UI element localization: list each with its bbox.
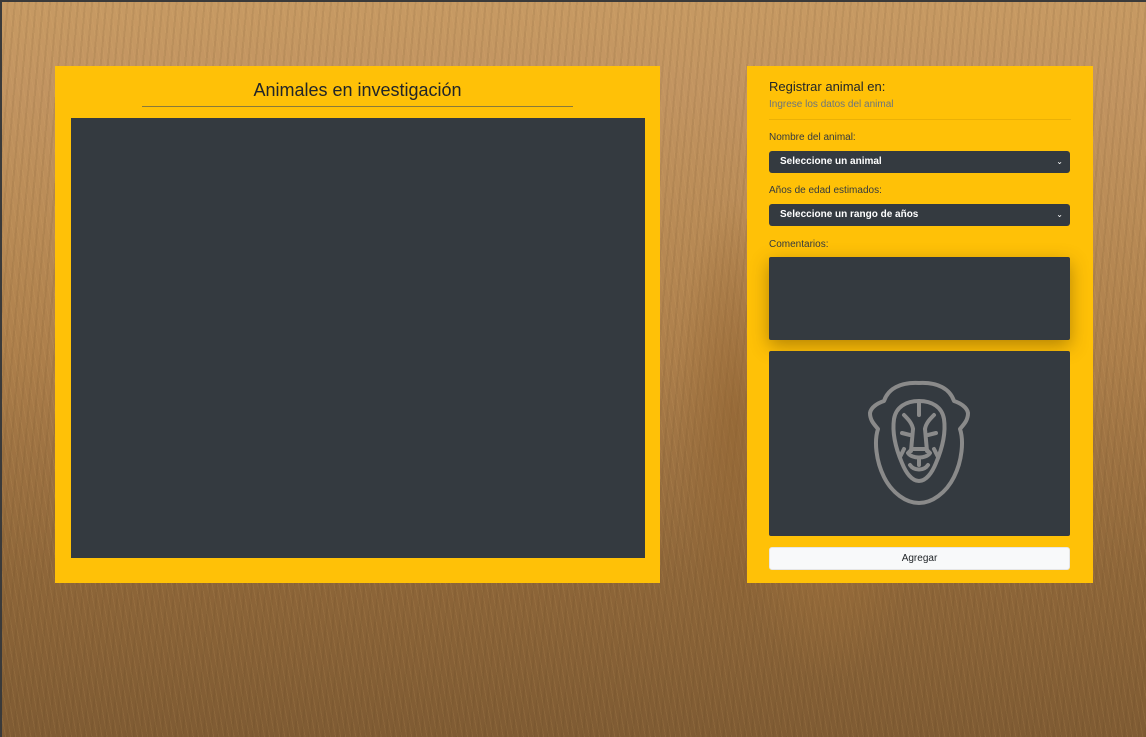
age-range-select-value: Seleccione un rango de años	[780, 209, 919, 220]
window-frame-top	[0, 0, 1146, 2]
form-title: Registrar animal en:	[769, 79, 886, 94]
age-range-label: Años de edad estimados:	[769, 185, 882, 196]
age-range-select[interactable]: Seleccione un rango de años ⌄	[769, 204, 1070, 226]
add-button[interactable]: Agregar	[769, 547, 1070, 570]
chevron-down-icon: ⌄	[1056, 210, 1063, 219]
register-form: Registrar animal en: Ingrese los datos d…	[747, 66, 1093, 583]
animal-preview	[769, 351, 1070, 536]
comments-textarea[interactable]	[769, 257, 1070, 340]
comments-label: Comentarios:	[769, 239, 829, 250]
animals-panel-title: Animales en investigación	[253, 80, 462, 100]
animals-list-area	[71, 118, 645, 558]
title-divider	[142, 106, 573, 107]
form-subtitle: Ingrese los datos del animal	[769, 99, 894, 110]
animal-name-label: Nombre del animal:	[769, 132, 856, 143]
form-divider	[769, 119, 1071, 120]
lion-icon	[868, 380, 970, 505]
window-frame-left	[0, 0, 2, 737]
animal-name-select[interactable]: Seleccione un animal ⌄	[769, 151, 1070, 173]
animal-name-select-value: Seleccione un animal	[780, 156, 882, 167]
animals-panel: Animales en investigación	[55, 66, 660, 583]
chevron-down-icon: ⌄	[1056, 157, 1063, 166]
